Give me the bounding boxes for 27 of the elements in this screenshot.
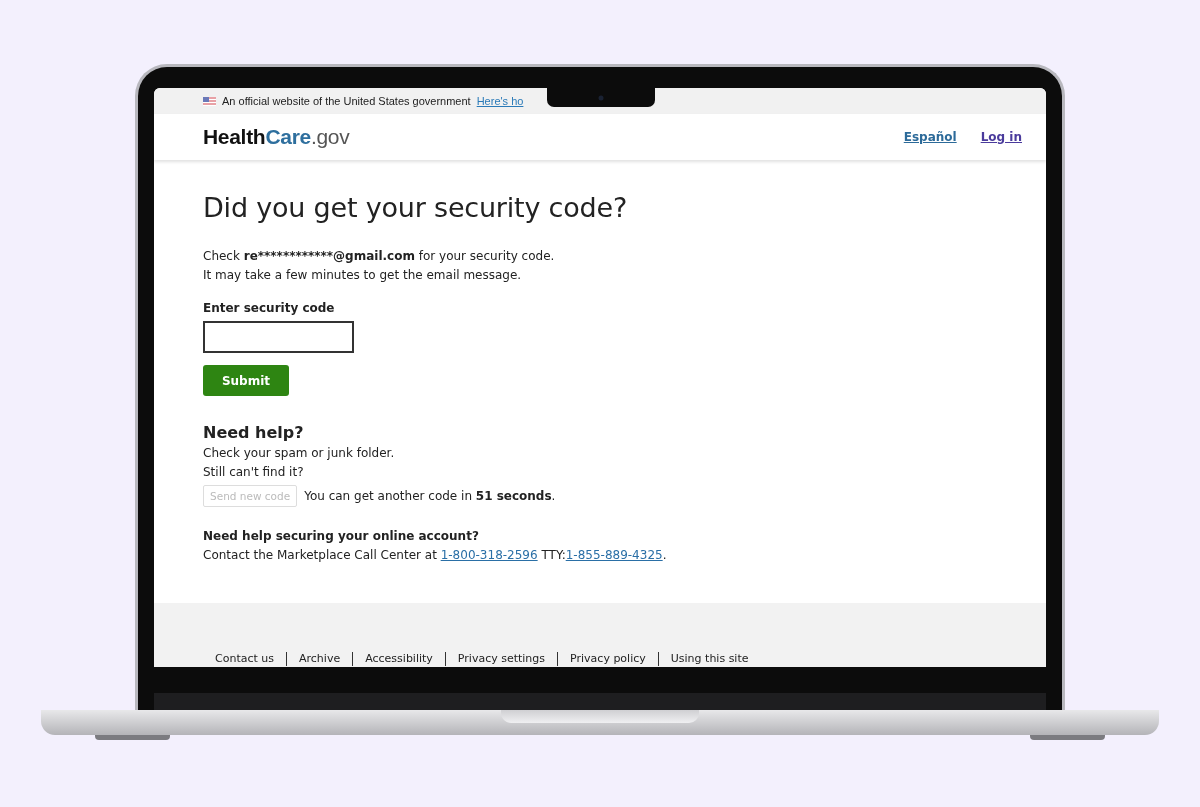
help-text: Check your spam or junk folder.	[203, 445, 396, 462]
phone-link[interactable]: 1-800-318-2596	[440, 548, 538, 562]
input-field[interactable]	[203, 321, 354, 353]
flag-icon	[203, 96, 216, 106]
page-title: Did you get your security code?	[203, 192, 629, 223]
banner-link[interactable]: Here's ho	[476, 95, 524, 107]
footer-link[interactable]: Privacy settings	[444, 652, 558, 666]
footer-link[interactable]: Archive	[286, 652, 353, 666]
contact-text: Contact the Marketplace Call Center at 1-800-318-2596 TTY:1-855-889-4325.	[203, 547, 668, 564]
help-text: Still can't find it?	[203, 464, 305, 481]
submit-button[interactable]: Submit	[203, 365, 289, 396]
phone-link[interactable]: 1-855-889-4325	[565, 548, 663, 562]
login-link[interactable]: Log in	[980, 130, 1022, 144]
countdown-text: You can get another code in 51 seconds.	[304, 487, 556, 505]
footer-link[interactable]: Using this site	[657, 652, 761, 666]
instruction-text: It may take a few minutes to get the email message.	[203, 267, 523, 284]
section-heading: Need help?	[203, 422, 305, 444]
field-label: Enter security code	[203, 300, 336, 317]
language-link[interactable]: Español	[903, 130, 957, 144]
section-heading: Need help securing your online account?	[203, 528, 480, 545]
footer-link[interactable]: Contact us	[205, 652, 286, 666]
camera-icon	[598, 94, 604, 101]
banner-text: An official website of the United States government	[222, 95, 471, 107]
instruction-text: Check re************@gmail.com for your security code.	[203, 248, 556, 265]
footer-link[interactable]: Privacy policy	[557, 652, 658, 666]
footer-link[interactable]: Accessibility	[352, 652, 445, 666]
site-logo[interactable]: HealthCare.gov	[203, 125, 350, 149]
